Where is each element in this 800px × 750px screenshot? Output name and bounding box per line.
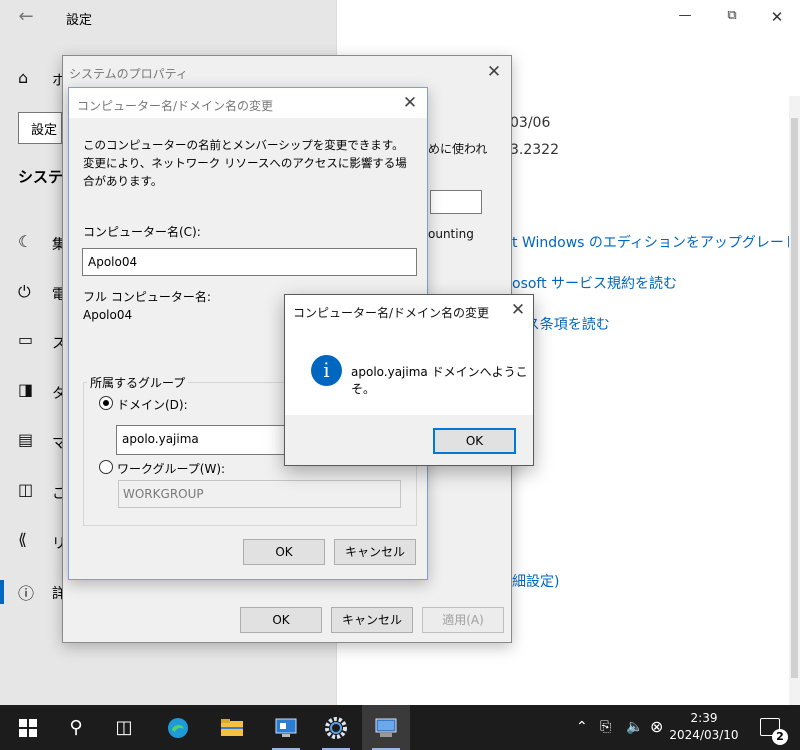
- computer-name-label: コンピューター名(C):: [83, 225, 201, 239]
- ok-button[interactable]: OK: [433, 428, 516, 454]
- dialog-title: コンピューター名/ドメイン名の変更: [77, 99, 274, 113]
- control-panel-icon[interactable]: [262, 705, 310, 750]
- computer-name-input[interactable]: Apolo04: [82, 248, 417, 276]
- projecting-icon[interactable]: ◫: [18, 480, 33, 499]
- account-text-partial: ounting: [428, 227, 474, 241]
- focus-assist-icon[interactable]: ☾: [18, 232, 32, 251]
- about-icon[interactable]: ⓘ: [18, 580, 34, 604]
- clock-date: 2024/03/10: [669, 728, 739, 742]
- message-footer: OK: [285, 415, 533, 465]
- close-icon[interactable]: ✕: [762, 8, 792, 26]
- task-view-icon[interactable]: ◫: [100, 705, 148, 750]
- computer-description-input[interactable]: [430, 190, 482, 214]
- service-agreement-link[interactable]: osoft サービス規約を読む: [512, 273, 677, 293]
- message-title: コンピューター名/ドメイン名の変更: [293, 306, 490, 320]
- ok-button[interactable]: OK: [240, 607, 322, 633]
- volume-muted-icon[interactable]: 🔈: [626, 719, 643, 735]
- os-build-text: 3.2322: [510, 142, 559, 158]
- close-icon[interactable]: ✕: [503, 297, 533, 323]
- welcome-message-box: コンピューター名/ドメイン名の変更 ✕ i apolo.yajima ドメインへ…: [284, 294, 534, 466]
- message-text: apolo.yajima ドメインへようこそ。: [351, 365, 528, 396]
- notification-count-badge: 2: [772, 729, 788, 745]
- upgrade-edition-link[interactable]: t Windows のエディションをアップグレード: [512, 232, 798, 252]
- back-arrow-icon[interactable]: ←: [14, 6, 38, 28]
- settings-search-input[interactable]: 設定: [18, 112, 62, 144]
- workgroup-input: WORKGROUP: [118, 480, 401, 508]
- clock-time: 2:39: [690, 711, 718, 725]
- system-properties-icon[interactable]: [362, 705, 410, 750]
- ok-button[interactable]: OK: [243, 539, 325, 565]
- close-icon[interactable]: ✕: [395, 90, 425, 116]
- search-icon[interactable]: ⚲: [52, 705, 100, 750]
- network-icon[interactable]: ⎘: [600, 719, 611, 735]
- active-nav-indicator: [0, 580, 4, 604]
- close-icon[interactable]: ✕: [479, 59, 509, 85]
- storage-icon[interactable]: ▭: [18, 330, 33, 349]
- restore-icon[interactable]: ⧉: [717, 8, 747, 23]
- domain-radio[interactable]: [99, 396, 113, 410]
- dialog-description: このコンピューターの名前とメンバーシップを変更できます。変更により、ネットワーク…: [83, 138, 407, 188]
- settings-icon[interactable]: [312, 705, 360, 750]
- member-of-label: 所属するグループ: [87, 374, 189, 391]
- minimize-icon[interactable]: —: [670, 8, 700, 23]
- system-properties-title: システムのプロパティ: [69, 67, 188, 81]
- error-icon[interactable]: ⊗: [650, 717, 663, 736]
- home-icon[interactable]: ⌂: [18, 68, 28, 87]
- advanced-settings-link[interactable]: 細設定): [512, 571, 559, 591]
- description-partial: めに使われ: [428, 142, 488, 156]
- taskbar-clock[interactable]: 2:39 2024/03/10: [666, 710, 742, 744]
- start-icon[interactable]: [4, 705, 52, 750]
- apply-button[interactable]: 適用(A): [422, 607, 504, 633]
- edge-icon[interactable]: [154, 705, 202, 750]
- multitasking-icon[interactable]: ▤: [18, 430, 33, 449]
- install-date-text: 03/06: [510, 115, 551, 131]
- full-name-label: フル コンピューター名:: [83, 290, 211, 304]
- full-name-value: Apolo04: [83, 308, 133, 322]
- settings-title: 設定: [66, 13, 93, 28]
- taskbar: ⚲ ◫ ⌃ ⎘ 🔈 ⊗ 2:39 2024/03/10 2: [0, 705, 800, 750]
- remote-icon[interactable]: ⟪: [18, 530, 27, 549]
- workgroup-radio-label[interactable]: ワークグループ(W):: [117, 460, 225, 477]
- cancel-button[interactable]: キャンセル: [331, 607, 413, 633]
- domain-input[interactable]: apolo.yajima: [116, 425, 286, 455]
- domain-radio-label[interactable]: ドメイン(D):: [117, 396, 188, 413]
- file-explorer-icon[interactable]: [208, 705, 256, 750]
- info-icon: i: [311, 355, 342, 386]
- dialog-titlebar: コンピューター名/ドメイン名の変更 ✕: [69, 88, 427, 118]
- tablet-icon[interactable]: ◨: [18, 380, 33, 399]
- scrollbar-thumb[interactable]: [791, 118, 798, 678]
- show-hidden-icons-icon[interactable]: ⌃: [576, 719, 588, 735]
- cancel-button[interactable]: キャンセル: [334, 539, 416, 565]
- power-icon[interactable]: ⏻: [18, 282, 31, 302]
- workgroup-radio[interactable]: [99, 460, 113, 474]
